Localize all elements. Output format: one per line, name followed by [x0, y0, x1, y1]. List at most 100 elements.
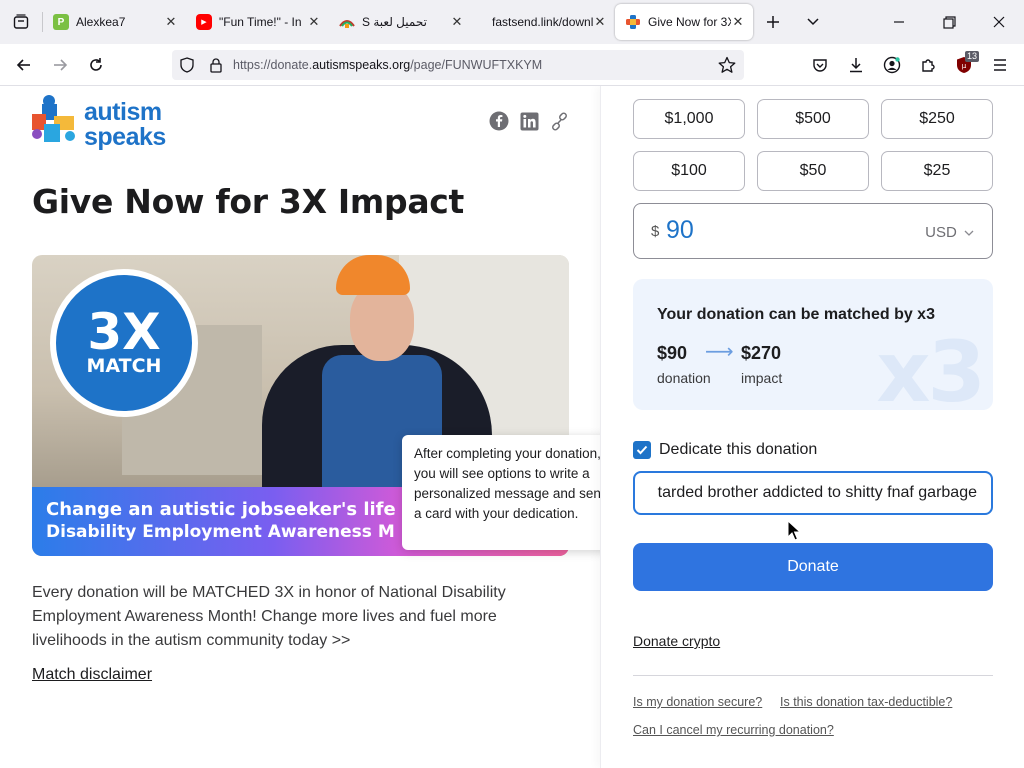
lock-icon[interactable] [202, 57, 230, 73]
tab-overflow-button[interactable] [793, 0, 833, 44]
arrow-right-icon [54, 59, 68, 71]
back-button[interactable] [6, 49, 42, 81]
puzzle-icon [922, 59, 935, 72]
svg-text:μ: μ [962, 62, 967, 70]
ublock-origin-button[interactable]: μ 13 [946, 49, 982, 81]
match-watermark: x3 [876, 323, 986, 410]
chevron-down-icon [807, 18, 819, 26]
faq-link-secure[interactable]: Is my donation secure? [633, 695, 762, 709]
amount-option-250[interactable]: $250 [881, 99, 993, 139]
facebook-share-icon[interactable] [488, 110, 510, 132]
pocket-icon [813, 59, 827, 72]
restore-button[interactable] [924, 0, 974, 44]
navigation-toolbar: https://donate.autismspeaks.org/page/FUN… [0, 44, 1024, 86]
dedication-text: tarded brother addicted to shitty fnaf g… [657, 484, 977, 501]
match-badge-multiplier: 3X [87, 303, 161, 361]
custom-amount-input[interactable]: $ 90 USD [633, 203, 993, 259]
currency-select[interactable]: USD [925, 224, 974, 241]
faq-link-cancel-recurring[interactable]: Can I cancel my recurring donation? [633, 723, 834, 737]
match-disclaimer-link[interactable]: Match disclaimer [32, 666, 152, 684]
match-impact-caption: impact [741, 370, 783, 386]
toolbar-right: μ 13 [802, 44, 1024, 86]
checkmark-icon [636, 445, 648, 455]
tab-title: Give Now for 3X [648, 15, 731, 29]
tab-title: تحميل لعبة S [362, 15, 427, 29]
tab-strip: P Alexkea7 ✕ ▶ "Fun Time!" - In ✕ تحميل … [0, 0, 1024, 44]
extensions-button[interactable] [910, 49, 946, 81]
tab-close-icon[interactable]: ✕ [593, 14, 607, 30]
tab-title: fastsend.link/downlo [492, 15, 593, 29]
close-window-button[interactable] [974, 0, 1024, 44]
dedication-input[interactable]: tarded brother addicted to shitty fnaf g… [633, 471, 993, 515]
page-title: Give Now for 3X Impact [32, 182, 465, 221]
list-all-tabs-button[interactable] [0, 0, 42, 44]
linkedin-share-icon[interactable] [518, 110, 540, 132]
address-bar[interactable]: https://donate.autismspeaks.org/page/FUN… [172, 50, 744, 80]
reload-icon [90, 58, 102, 71]
amount-option-500[interactable]: $500 [757, 99, 869, 139]
logo-wordmark: autism speaks [84, 98, 166, 151]
tab-arabic-download[interactable]: تحميل لعبة S ✕ [329, 4, 472, 40]
site-favicon-icon [339, 14, 355, 30]
autism-speaks-logo[interactable]: autism speaks [32, 94, 182, 156]
tab-alexkea7[interactable]: P Alexkea7 ✕ [43, 4, 186, 40]
tracking-protection-icon[interactable] [172, 57, 202, 73]
tab-fun-time[interactable]: ▶ "Fun Time!" - In ✕ [186, 4, 329, 40]
reload-button[interactable] [78, 49, 114, 81]
autism-speaks-favicon-icon [625, 14, 641, 30]
tab-fastsend[interactable]: fastsend.link/downlo ✕ [472, 4, 615, 40]
donate-crypto-link[interactable]: Donate crypto [633, 633, 720, 649]
page-content: autism speaks Give Now for 3X Impact 3X … [0, 86, 1024, 768]
downloads-button[interactable] [838, 49, 874, 81]
tab-close-icon[interactable]: ✕ [307, 14, 321, 30]
copy-link-icon[interactable] [548, 110, 570, 132]
currency-symbol: $ [651, 223, 660, 240]
download-icon [850, 58, 862, 73]
match-title: Your donation can be matched by x3 [657, 306, 935, 323]
match-badge: 3X MATCH [50, 269, 198, 417]
logo-line-2: speaks [84, 123, 166, 151]
amount-option-50[interactable]: $50 [757, 151, 869, 191]
tab-give-now[interactable]: Give Now for 3X ✕ [615, 4, 753, 40]
tab-close-icon[interactable]: ✕ [164, 14, 178, 30]
tab-close-icon[interactable]: ✕ [450, 14, 464, 30]
mouse-cursor-icon [787, 520, 801, 541]
url-path: /page/FUNWUFTXKYM [410, 58, 543, 72]
dedicate-checkbox[interactable] [633, 441, 651, 459]
url-domain: autismspeaks.org [312, 58, 411, 72]
tab-title: "Fun Time!" - In [219, 15, 302, 29]
match-impact-value: $270 [741, 343, 782, 363]
amount-option-25[interactable]: $25 [881, 151, 993, 191]
hamburger-menu-icon [994, 59, 1006, 71]
donate-button[interactable]: Donate [633, 543, 993, 591]
app-menu-button[interactable] [982, 49, 1018, 81]
extension-badge-count: 13 [964, 51, 979, 62]
donation-form: $1,000 $500 $250 $100 $50 $25 $ 90 USD x… [600, 86, 1024, 768]
arrow-left-icon [16, 59, 30, 71]
account-icon [883, 56, 901, 74]
dedicate-option[interactable]: Dedicate this donation [633, 441, 817, 459]
amount-option-100[interactable]: $100 [633, 151, 745, 191]
dedication-tooltip: After completing your donation, you will… [402, 435, 621, 550]
faq-link-tax-deductible[interactable]: Is this donation tax-deductible? [780, 695, 952, 709]
divider [633, 675, 993, 676]
match-donation-value: $90 [657, 343, 688, 363]
match-summary: x3 Your donation can be matched by x3 $9… [633, 279, 993, 410]
bookmark-star-icon[interactable] [718, 56, 736, 77]
plus-icon [767, 16, 779, 28]
chevron-down-icon [964, 230, 974, 236]
youtube-favicon-icon: ▶ [196, 14, 212, 30]
campaign-description: Every donation will be MATCHED 3X in hon… [32, 584, 506, 649]
logo-line-1: autism [84, 98, 162, 126]
campaign-column: autism speaks Give Now for 3X Impact 3X … [0, 86, 621, 768]
account-button[interactable] [874, 49, 910, 81]
forward-button[interactable] [42, 49, 78, 81]
tab-close-icon[interactable]: ✕ [731, 14, 745, 30]
amount-value[interactable]: 90 [666, 216, 694, 245]
match-badge-label: MATCH [86, 355, 162, 377]
minimize-button[interactable] [874, 0, 924, 44]
tab-list-icon [13, 14, 29, 29]
new-tab-button[interactable] [753, 0, 793, 44]
pocket-button[interactable] [802, 49, 838, 81]
amount-option-1000[interactable]: $1,000 [633, 99, 745, 139]
